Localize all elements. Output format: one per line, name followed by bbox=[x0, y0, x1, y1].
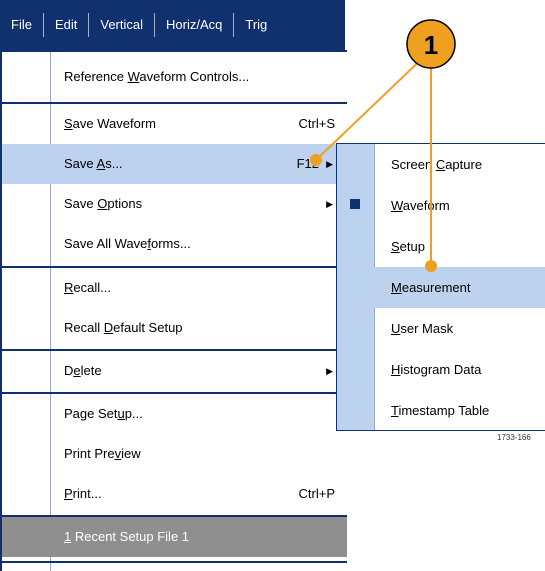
callout-overlay: 1 bbox=[310, 19, 456, 272]
callout-number: 1 bbox=[424, 30, 438, 60]
callout-target-dot bbox=[425, 260, 437, 272]
callout-line bbox=[315, 49, 432, 161]
callout-target-dot bbox=[310, 154, 322, 166]
